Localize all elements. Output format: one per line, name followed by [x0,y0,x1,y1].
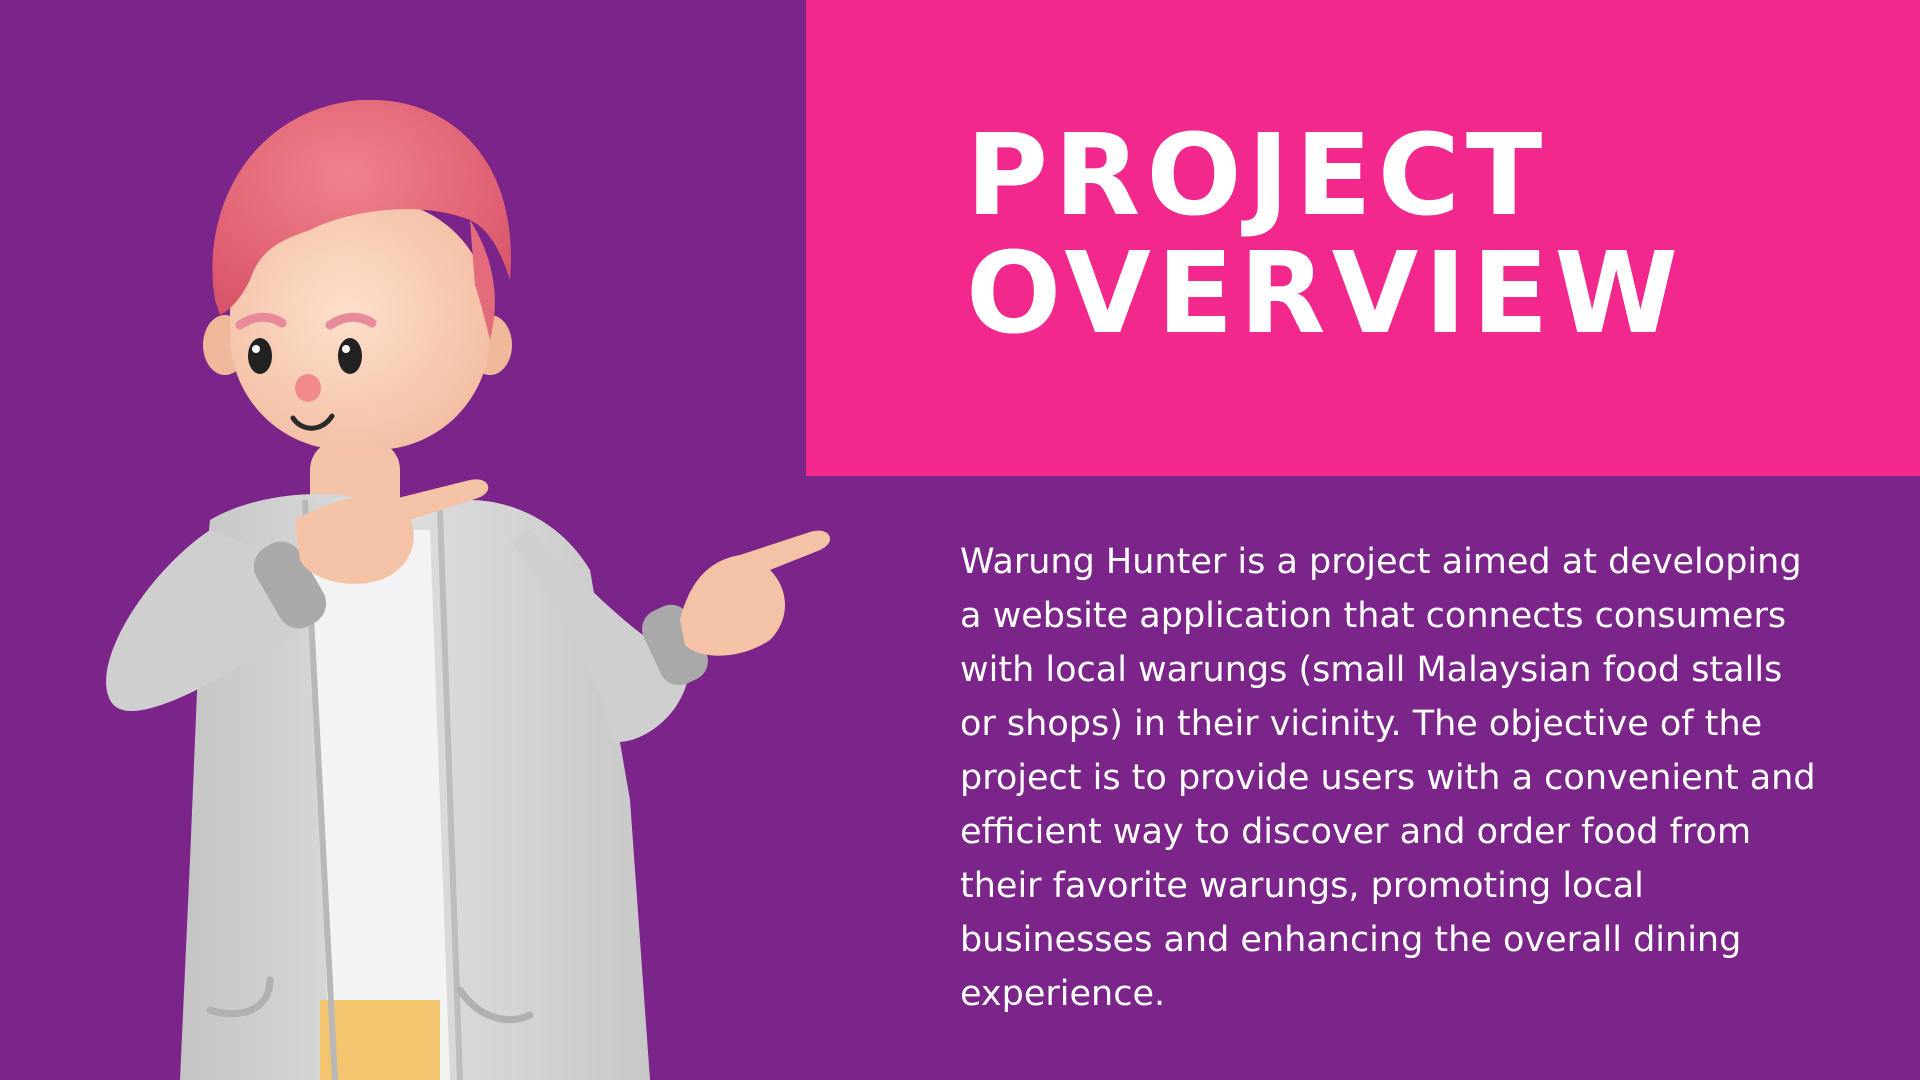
page-title-line-1: PROJECT [966,111,1549,241]
title-panel: PROJECT OVERVIEW [806,0,1920,476]
page-title-line-2: OVERVIEW [966,229,1685,359]
project-description: Warung Hunter is a project aimed at deve… [960,542,1816,1014]
slide: PROJECT OVERVIEW Warung Hunter is a proj… [0,0,1920,1080]
